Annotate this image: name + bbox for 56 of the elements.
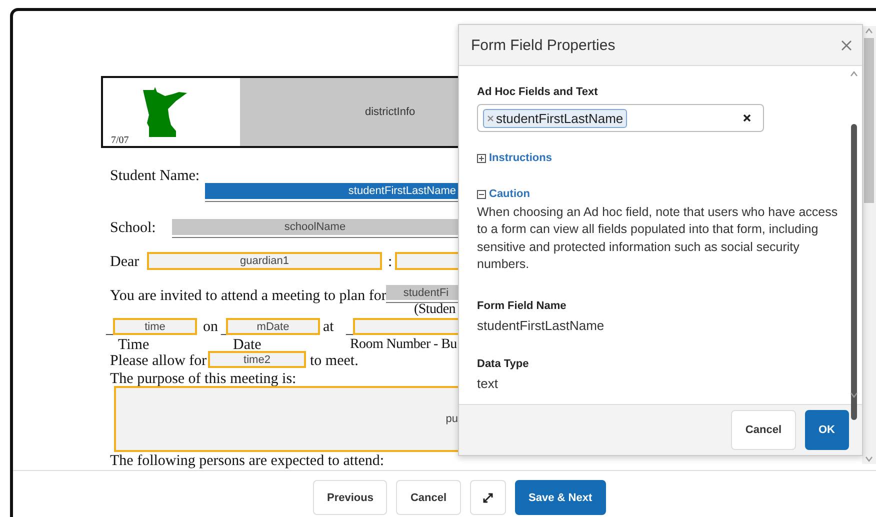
form-field[interactable]: studentFi: [386, 285, 458, 300]
form-field[interactable]: schoolName: [172, 219, 458, 235]
caution-text: When choosing an Ad hoc field, note that users who have access to a form can view all fields populated into that form, including sensitive and protected information such as social security numbers.: [477, 204, 839, 273]
primary-button[interactable]: Save & Next: [514, 480, 606, 515]
field-label: Form Field Name: [477, 300, 568, 312]
document-text: Student Name:: [110, 167, 200, 185]
document-text: :: [388, 253, 392, 271]
form-field[interactable]: studentFirstLastName: [205, 183, 458, 199]
scroll-up-icon[interactable]: [865, 28, 873, 34]
dialog-title: Form Field Properties: [471, 36, 616, 54]
form-date: 7/07: [111, 135, 129, 146]
section-toggle[interactable]: Caution: [477, 188, 530, 200]
expand-icon: [482, 492, 493, 502]
form-field[interactable]: time2: [208, 351, 306, 368]
scroll-up-icon[interactable]: [850, 71, 858, 77]
adhoc-select-field[interactable]: studentFirstLastName: [477, 104, 764, 132]
minus-box-icon: [477, 190, 486, 198]
scroll-down-icon[interactable]: [850, 392, 858, 398]
field-label: Ad Hoc Fields and Text: [477, 86, 599, 98]
document-text: The following persons are expected to attend:: [110, 452, 384, 470]
form-field[interactable]: [395, 252, 458, 270]
field-value: text: [477, 376, 499, 392]
dialog-scrollbar-thumb[interactable]: [851, 124, 857, 420]
section-toggle[interactable]: Instructions: [477, 152, 552, 164]
selected-tag[interactable]: studentFirstLastName: [483, 108, 628, 128]
document-text: The purpose of this meeting is:: [110, 370, 296, 388]
clear-icon[interactable]: [743, 114, 751, 122]
document-text: Time: [118, 336, 150, 354]
scrollbar-thumb[interactable]: [864, 38, 874, 203]
secondary-button[interactable]: Cancel: [396, 480, 461, 515]
secondary-button[interactable]: Previous: [313, 480, 388, 515]
close-icon: [841, 40, 852, 50]
document-text: Please allow for: [110, 352, 207, 370]
document-text: (Studen: [414, 301, 456, 319]
form-field[interactable]: [353, 318, 458, 335]
document-text: to meet.: [310, 352, 358, 370]
form-field[interactable]: mDate: [226, 318, 320, 335]
form-field[interactable]: time: [113, 318, 197, 335]
form-field[interactable]: guardian1: [147, 252, 382, 270]
expand-button[interactable]: [470, 480, 506, 515]
form-field[interactable]: pu: [114, 386, 458, 452]
document-text: Date: [233, 336, 262, 354]
state-map-icon: [143, 87, 187, 137]
document-text: at: [323, 318, 334, 336]
secondary-button[interactable]: Cancel: [731, 410, 796, 450]
document-text: School:: [110, 219, 156, 237]
district-field[interactable]: districtInfo: [240, 78, 458, 146]
field-label: Data Type: [477, 358, 530, 370]
plus-box-icon: [477, 154, 486, 162]
document-text: Dear: [110, 253, 140, 271]
remove-icon: [487, 114, 494, 122]
document-text: on: [203, 318, 218, 336]
primary-button[interactable]: OK: [804, 410, 849, 450]
document-text: Room Number - Bu: [350, 336, 457, 354]
document-text: You are invited to attend a meeting to plan for: [110, 287, 386, 305]
field-value: studentFirstLastName: [477, 318, 606, 334]
